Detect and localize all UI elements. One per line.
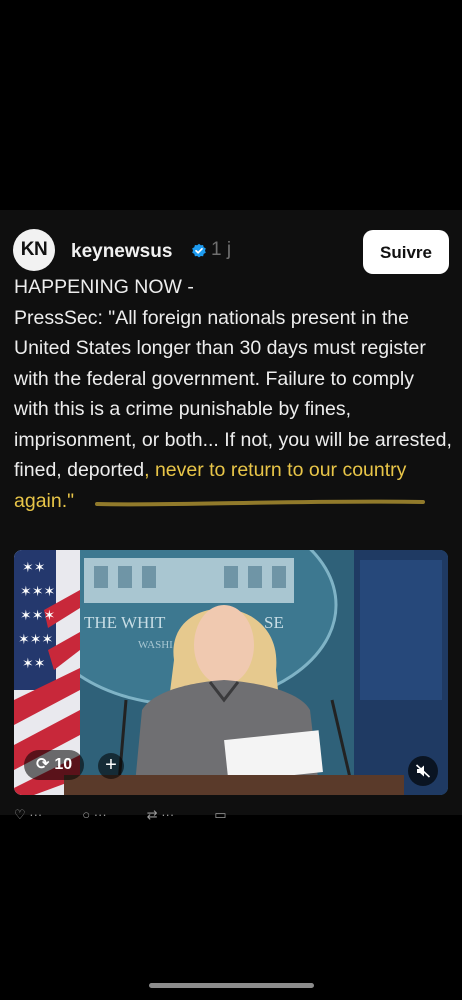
repost-icon: ⟳ — [36, 756, 50, 773]
caption-headline: HAPPENING NOW - — [14, 276, 194, 298]
svg-text:✶✶✶: ✶✶✶ — [20, 584, 55, 600]
comment-icon[interactable]: ○ ··· — [82, 808, 106, 820]
follow-button[interactable]: Suivre — [363, 230, 449, 274]
svg-text:✶✶✶: ✶✶✶ — [18, 632, 53, 648]
verified-badge-icon — [192, 243, 206, 258]
heart-icon[interactable]: ♡ ··· — [14, 808, 42, 820]
caption-body: PressSec: "All foreign nationals present… — [14, 303, 452, 517]
muted-speaker-icon — [415, 764, 431, 778]
caption-quote: PressSec: "All foreign nationals present… — [14, 306, 452, 482]
home-indicator[interactable] — [149, 983, 314, 988]
repost-action-icon[interactable]: ⇄ ··· — [147, 808, 175, 820]
svg-text:✶✶: ✶✶ — [22, 656, 45, 672]
backdrop-text-end: SE — [264, 613, 284, 632]
backdrop-text: THE WHIT — [84, 613, 166, 632]
mute-button[interactable] — [408, 756, 438, 786]
repost-counter[interactable]: ⟳ 10 — [24, 750, 85, 780]
post-card: KN keynewsus 1 j Suivre HAPPENING NOW - … — [0, 210, 462, 820]
post-header: KN keynewsus 1 j Suivre — [13, 224, 449, 274]
post-caption: HAPPENING NOW - PressSec: "All foreign n… — [14, 272, 452, 516]
video-player[interactable]: THE WHIT SE WASHI ✶✶ ✶✶✶ ✶✶✶ ✶✶✶ ✶✶ ⟳ 10… — [14, 550, 448, 795]
add-button[interactable]: + — [98, 753, 124, 779]
username[interactable]: keynewsus — [71, 241, 172, 263]
repost-count: 10 — [54, 756, 73, 773]
avatar[interactable]: KN — [13, 229, 55, 271]
post-actions: ♡ ··· ○ ··· ⇄ ··· ▭ — [14, 808, 344, 820]
post-time: 1 j — [211, 239, 232, 260]
svg-text:✶✶: ✶✶ — [22, 560, 45, 576]
share-icon[interactable]: ▭ — [214, 808, 226, 820]
white-house-building — [84, 558, 294, 603]
backdrop-subtext: WASHI — [138, 639, 173, 651]
svg-text:✶✶✶: ✶✶✶ — [20, 608, 55, 624]
